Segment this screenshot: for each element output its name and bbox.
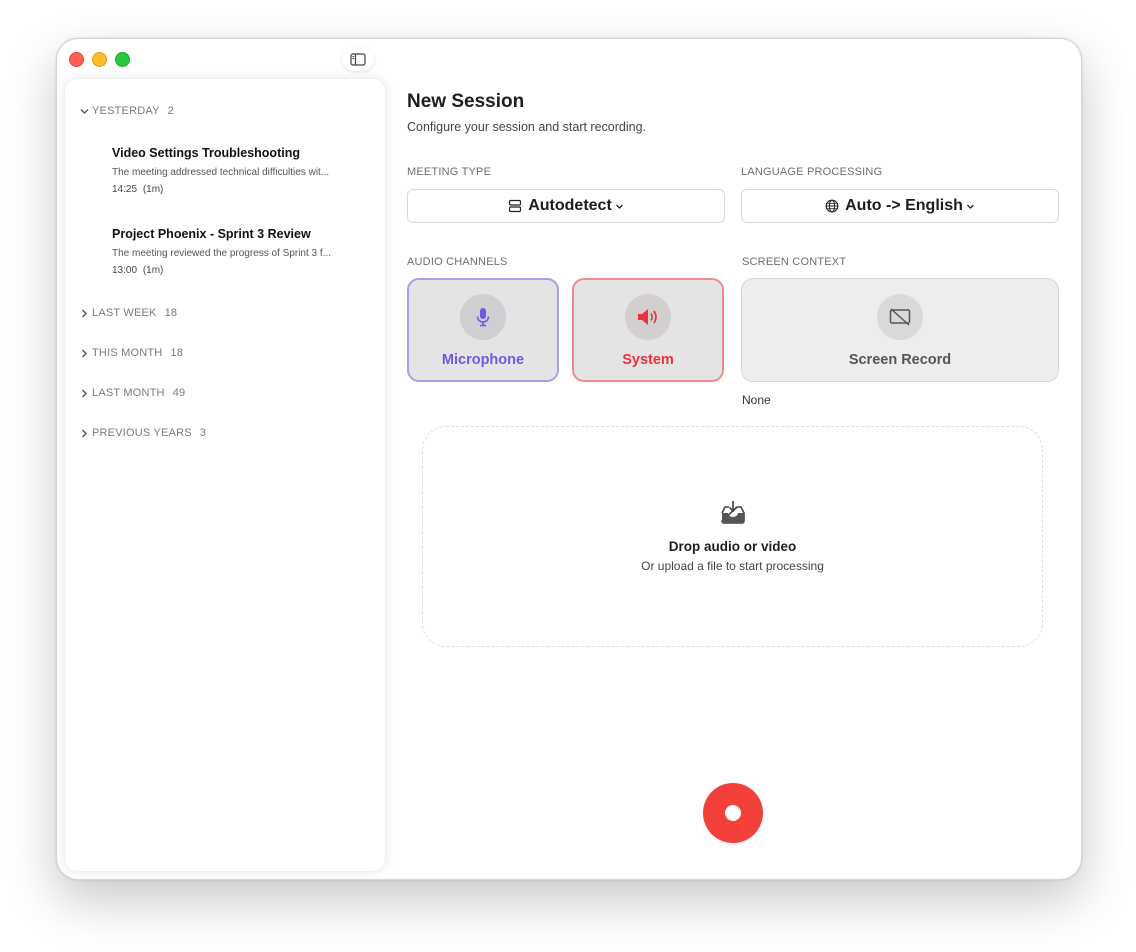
group-header-last-week[interactable]: LAST WEEK 18 [79,307,177,319]
session-item[interactable]: Project Phoenix - Sprint 3 Review The me… [112,227,362,276]
group-count: 18 [164,307,178,319]
meeting-type-value: Autodetect [528,197,612,214]
session-summary: The meeting addressed technical difficul… [112,167,330,178]
sidebar-toggle-icon [350,52,366,66]
system-audio-toggle[interactable]: System [572,278,724,382]
chevron-right-icon [82,349,87,357]
screen-record-toggle[interactable]: Screen Record [741,278,1059,382]
language-processing-label: LANGUAGE PROCESSING [741,166,883,178]
dropzone-title: Drop audio or video [668,539,797,554]
session-title: Video Settings Troubleshooting [112,146,300,160]
session-time: 13:00 [112,265,138,276]
session-item[interactable]: Video Settings Troubleshooting The meeti… [112,146,362,195]
group-label: PREVIOUS YEARS [92,427,192,439]
chevron-down-icon [966,204,974,209]
group-label: LAST MONTH [92,387,165,399]
group-count: 49 [172,387,186,399]
group-header-previous-years[interactable]: PREVIOUS YEARS 3 [79,427,206,439]
system-label: System [622,352,674,368]
group-label: LAST WEEK [92,307,157,319]
globe-icon [825,199,839,213]
meeting-type-label: MEETING TYPE [407,166,492,178]
group-header-last-month[interactable]: LAST MONTH 49 [79,387,185,399]
screen-icon-circle [877,294,923,340]
file-dropzone[interactable]: Drop audio or video Or upload a file to … [422,426,1043,647]
language-value: Auto -> English [845,197,963,214]
screen-off-icon [889,308,911,326]
microphone-icon [476,308,490,327]
language-select[interactable]: Auto -> English [741,189,1059,223]
microphone-toggle[interactable]: Microphone [407,278,559,382]
session-meta: 14:25 (1m) [112,184,362,195]
screen-context-value: None [742,393,771,407]
audio-channels-label: AUDIO CHANNELS [407,256,508,268]
meeting-type-select[interactable]: Autodetect [407,189,725,223]
main-content: New Session Configure your session and s… [407,39,1081,879]
tray-upload-icon [720,501,745,524]
session-duration: (1m) [142,184,164,195]
group-header-yesterday[interactable]: YESTERDAY 2 [79,105,174,117]
sidebar-toggle-button[interactable] [342,47,374,71]
chevron-right-icon [82,389,87,397]
session-time: 14:25 [112,184,138,195]
session-duration: (1m) [142,265,164,276]
microphone-icon-circle [460,294,506,340]
chevron-down-icon [80,108,89,114]
group-header-this-month[interactable]: THIS MONTH 18 [79,347,183,359]
group-label: THIS MONTH [92,347,163,359]
chevron-right-icon [82,309,87,317]
dropzone-subtitle: Or upload a file to start processing [641,559,824,573]
record-button[interactable] [703,783,763,843]
page-subtitle: Configure your session and start recordi… [407,120,647,134]
screen-record-label: Screen Record [848,352,952,368]
session-title: Project Phoenix - Sprint 3 Review [112,227,311,241]
sidebar: YESTERDAY 2 Video Settings Troubleshooti… [65,79,385,871]
chevron-right-icon [82,429,87,437]
group-count: 3 [199,427,207,439]
page-title: New Session [407,91,525,112]
app-window: YESTERDAY 2 Video Settings Troubleshooti… [56,38,1082,880]
close-window-button[interactable] [69,52,84,67]
microphone-label: Microphone [441,352,525,368]
screen-context-label: SCREEN CONTEXT [742,256,847,268]
session-meta: 13:00 (1m) [112,265,362,276]
stack-icon [509,199,522,213]
group-count: 2 [167,105,174,117]
zoom-window-button[interactable] [115,52,130,67]
group-count: 18 [170,347,184,359]
group-label: YESTERDAY [92,105,160,117]
speaker-icon-circle [625,294,671,340]
chevron-down-icon [615,204,623,209]
minimize-window-button[interactable] [92,52,107,67]
speaker-icon [638,309,657,325]
record-dot-icon [725,805,741,821]
session-summary: The meeting reviewed the progress of Spr… [112,248,331,259]
